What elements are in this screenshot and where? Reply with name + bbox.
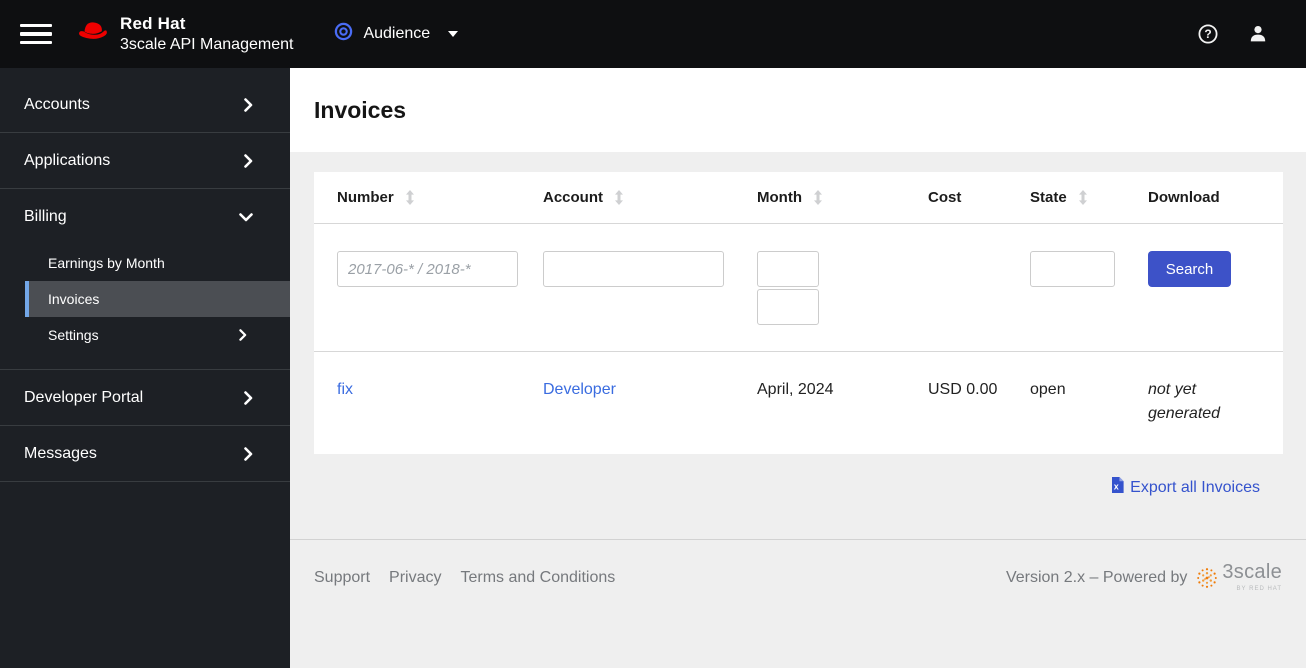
export-file-icon: x [1111, 477, 1124, 498]
chevron-right-icon [244, 97, 253, 112]
hamburger-menu-icon[interactable] [20, 19, 52, 50]
invoice-number-link[interactable]: fix [337, 381, 353, 398]
footer-version-text: Version 2.x – Powered by [1005, 569, 1188, 586]
context-selector-audience[interactable]: Audience [334, 22, 459, 46]
redhat-fedora-icon [75, 18, 111, 49]
invoice-account-link[interactable]: Developer [543, 381, 616, 398]
chevron-right-icon [239, 329, 247, 341]
sidebar-item-invoices[interactable]: Invoices [25, 281, 290, 317]
footer-link-privacy[interactable]: Privacy [389, 569, 441, 587]
state-filter-input[interactable] [1030, 251, 1115, 287]
footer-link-terms[interactable]: Terms and Conditions [461, 569, 616, 587]
product-name: 3scale API Management [120, 35, 294, 53]
search-button[interactable]: Search [1148, 251, 1231, 287]
invoice-state-cell: open [1030, 381, 1066, 398]
sidebar-item-messages[interactable]: Messages [0, 426, 290, 482]
chevron-right-icon [244, 153, 253, 168]
sort-icon [813, 190, 823, 205]
main-content: Invoices Number Account Month Cost State… [290, 68, 1306, 668]
table-row: fix Developer April, 2024 USD 0.00 open … [314, 351, 1283, 454]
user-menu-button[interactable] [1248, 24, 1268, 44]
help-icon: ? [1198, 24, 1218, 44]
threescale-wordmark: 3scale [1222, 561, 1282, 583]
sidebar-item-developer-portal[interactable]: Developer Portal [0, 370, 290, 426]
sidebar-item-accounts[interactable]: Accounts [0, 77, 290, 133]
bullseye-icon [334, 22, 353, 46]
masthead: Red Hat 3scale API Management Audience ? [0, 0, 1306, 68]
brand-name: Red Hat [120, 14, 186, 34]
sidebar-item-settings[interactable]: Settings [25, 317, 290, 353]
user-icon [1250, 26, 1266, 42]
month-filter-input-2[interactable] [757, 289, 819, 325]
footer: Support Privacy Terms and Conditions Ver… [290, 540, 1306, 592]
table-filter-row: Search [314, 224, 1283, 351]
sort-icon [1078, 190, 1088, 205]
invoice-month-cell: April, 2024 [757, 381, 834, 398]
number-filter-input[interactable] [337, 251, 518, 287]
sidebar-nav: Accounts Applications Billing Earnings b… [0, 68, 290, 668]
threescale-globe-icon [1197, 568, 1218, 588]
sidebar-item-earnings-by-month[interactable]: Earnings by Month [25, 245, 290, 281]
sidebar-item-billing[interactable]: Billing [0, 189, 290, 245]
sort-icon [405, 190, 415, 205]
column-header-number[interactable]: Number [337, 189, 543, 206]
invoice-cost-cell: USD 0.00 [928, 381, 998, 398]
column-header-month[interactable]: Month [757, 189, 928, 206]
sidebar-group-billing: Billing Earnings by Month Invoices Setti… [0, 189, 290, 370]
column-header-state[interactable]: State [1030, 189, 1148, 206]
column-header-account[interactable]: Account [543, 189, 757, 206]
chevron-down-icon [239, 212, 253, 222]
context-selector-label: Audience [363, 25, 431, 42]
sidebar-item-label: Accounts [24, 95, 90, 113]
sidebar-item-label: Applications [24, 151, 111, 169]
page-header: Invoices [290, 68, 1306, 152]
invoices-table: Number Account Month Cost State Download… [314, 172, 1283, 454]
export-row: x Export all Invoices [290, 477, 1260, 498]
sidebar-item-label: Invoices [48, 291, 100, 307]
svg-text:?: ? [1204, 27, 1211, 41]
chevron-right-icon [244, 446, 253, 461]
sidebar-item-applications[interactable]: Applications [0, 133, 290, 189]
column-header-download: Download [1148, 189, 1220, 206]
sidebar-item-label: Settings [48, 327, 99, 343]
invoice-download-cell: not yet generated [1148, 381, 1221, 422]
chevron-down-icon [448, 31, 459, 37]
chevron-right-icon [244, 390, 253, 405]
table-header-row: Number Account Month Cost State Download [314, 172, 1283, 224]
page-title: Invoices [314, 96, 407, 123]
export-all-invoices-link[interactable]: x Export all Invoices [1111, 477, 1260, 498]
sidebar-item-label: Developer Portal [24, 388, 144, 406]
month-filter-input-1[interactable] [757, 251, 819, 287]
sidebar-item-label: Billing [24, 208, 67, 225]
sidebar-item-label: Messages [24, 444, 97, 462]
account-filter-input[interactable] [543, 251, 724, 287]
sort-icon [614, 190, 624, 205]
billing-subnav: Earnings by Month Invoices Settings [25, 245, 290, 353]
column-header-cost: Cost [928, 189, 962, 206]
help-button[interactable]: ? [1198, 24, 1218, 44]
sidebar-item-label: Earnings by Month [48, 255, 165, 271]
brand-logo[interactable]: Red Hat 3scale API Management [75, 14, 293, 54]
footer-link-support[interactable]: Support [314, 569, 370, 587]
threescale-logo: 3scale BY RED HAT [1195, 561, 1282, 592]
threescale-byline: BY RED HAT [1236, 586, 1282, 592]
svg-text:x: x [1114, 482, 1119, 492]
